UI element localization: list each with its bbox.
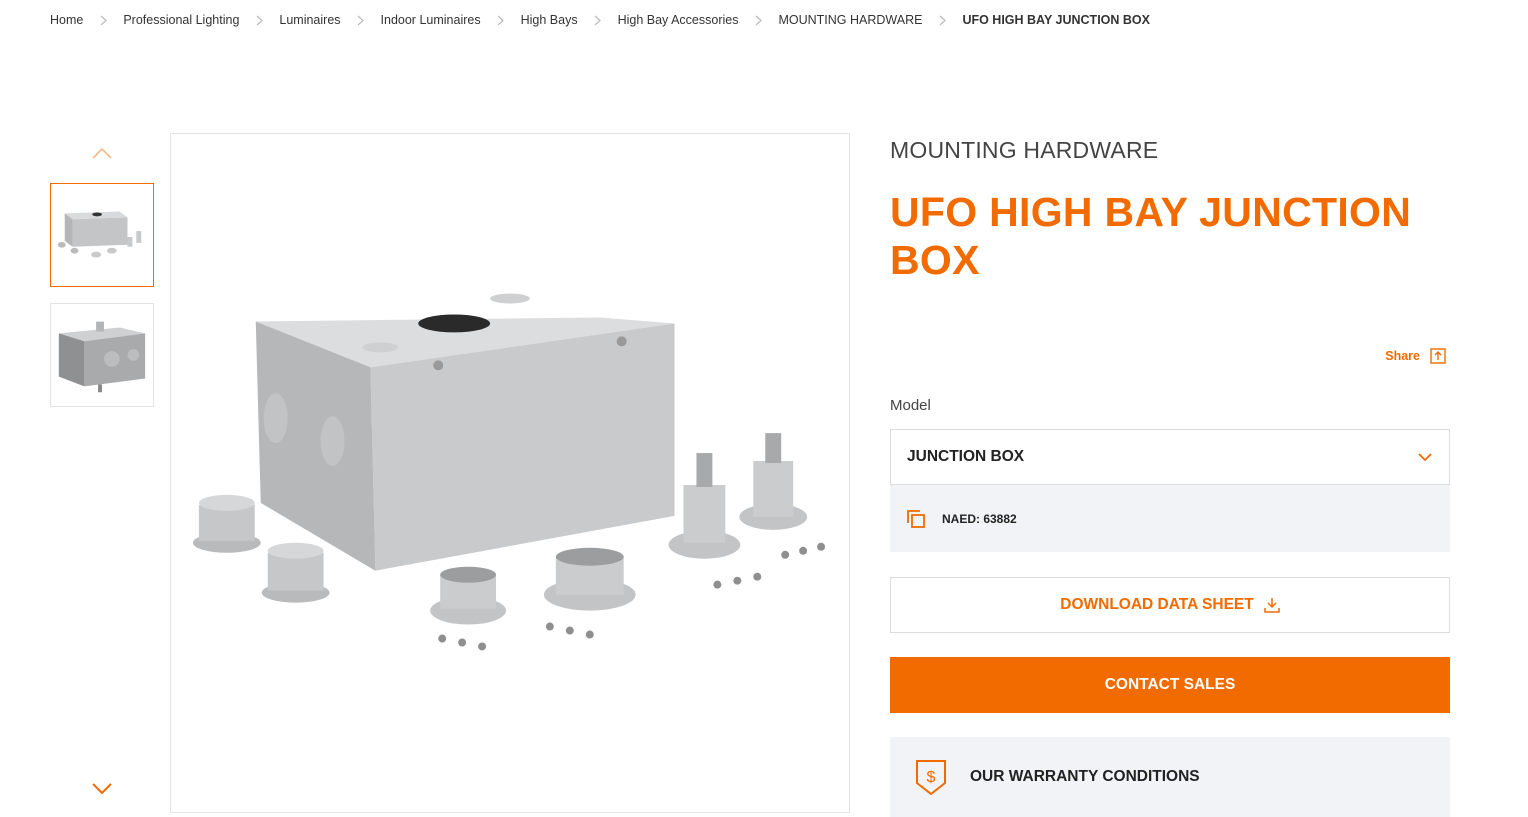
- thumbnail-junction-box-side-view[interactable]: [50, 303, 154, 407]
- svg-text:$: $: [927, 769, 936, 786]
- model-select[interactable]: JUNCTION BOX: [890, 429, 1450, 485]
- chevron-up-icon[interactable]: [90, 145, 114, 161]
- shield-dollar-icon: $: [916, 760, 946, 796]
- breadcrumb-indoor-luminaires[interactable]: Indoor Luminaires: [381, 13, 481, 27]
- share-button[interactable]: Share: [1385, 348, 1446, 364]
- model-label: Model: [890, 397, 931, 414]
- breadcrumb-home[interactable]: Home: [50, 13, 83, 27]
- download-data-sheet-button[interactable]: DOWNLOAD DATA SHEET: [890, 577, 1450, 633]
- warranty-label: OUR WARRANTY CONDITIONS: [970, 768, 1200, 785]
- chevron-right-icon: [341, 13, 381, 27]
- chevron-down-icon: [1418, 453, 1432, 462]
- warranty-conditions-link[interactable]: $ OUR WARRANTY CONDITIONS: [890, 737, 1450, 817]
- chevron-right-icon: [738, 13, 778, 27]
- breadcrumb-high-bays[interactable]: High Bays: [521, 13, 578, 27]
- chevron-right-icon: [578, 13, 618, 27]
- chevron-right-icon: [83, 13, 123, 27]
- contact-sales-button[interactable]: CONTACT SALES: [890, 657, 1450, 713]
- breadcrumb: Home Professional Lighting Luminaires In…: [50, 13, 1150, 27]
- chevron-right-icon: [239, 13, 279, 27]
- breadcrumb-mounting-hardware[interactable]: MOUNTING HARDWARE: [778, 13, 922, 27]
- breadcrumb-high-bay-accessories[interactable]: High Bay Accessories: [618, 13, 739, 27]
- product-main-image[interactable]: [170, 133, 850, 813]
- breadcrumb-current: UFO HIGH BAY JUNCTION BOX: [962, 13, 1150, 27]
- download-icon: [1263, 598, 1280, 613]
- thumbnail-gallery: [50, 133, 154, 813]
- product-category: MOUNTING HARDWARE: [890, 137, 1159, 163]
- chevron-down-icon[interactable]: [90, 781, 114, 797]
- share-label: Share: [1385, 349, 1420, 363]
- thumbnail-junction-box-with-accessories[interactable]: [50, 183, 154, 287]
- naed-number: NAED: 63882: [942, 511, 1017, 526]
- naed-panel: NAED: 63882: [890, 485, 1450, 552]
- breadcrumb-professional-lighting[interactable]: Professional Lighting: [123, 13, 239, 27]
- share-icon: [1430, 348, 1446, 364]
- breadcrumb-luminaires[interactable]: Luminaires: [279, 13, 340, 27]
- page-title: UFO HIGH BAY JUNCTION BOX: [890, 189, 1412, 283]
- chevron-right-icon: [481, 13, 521, 27]
- chevron-right-icon: [922, 13, 962, 27]
- copy-icon[interactable]: [906, 509, 926, 529]
- model-selected-value: JUNCTION BOX: [907, 448, 1025, 465]
- product-info: MOUNTING HARDWARE UFO HIGH BAY JUNCTION …: [890, 133, 1450, 817]
- download-label: DOWNLOAD DATA SHEET: [1060, 596, 1254, 613]
